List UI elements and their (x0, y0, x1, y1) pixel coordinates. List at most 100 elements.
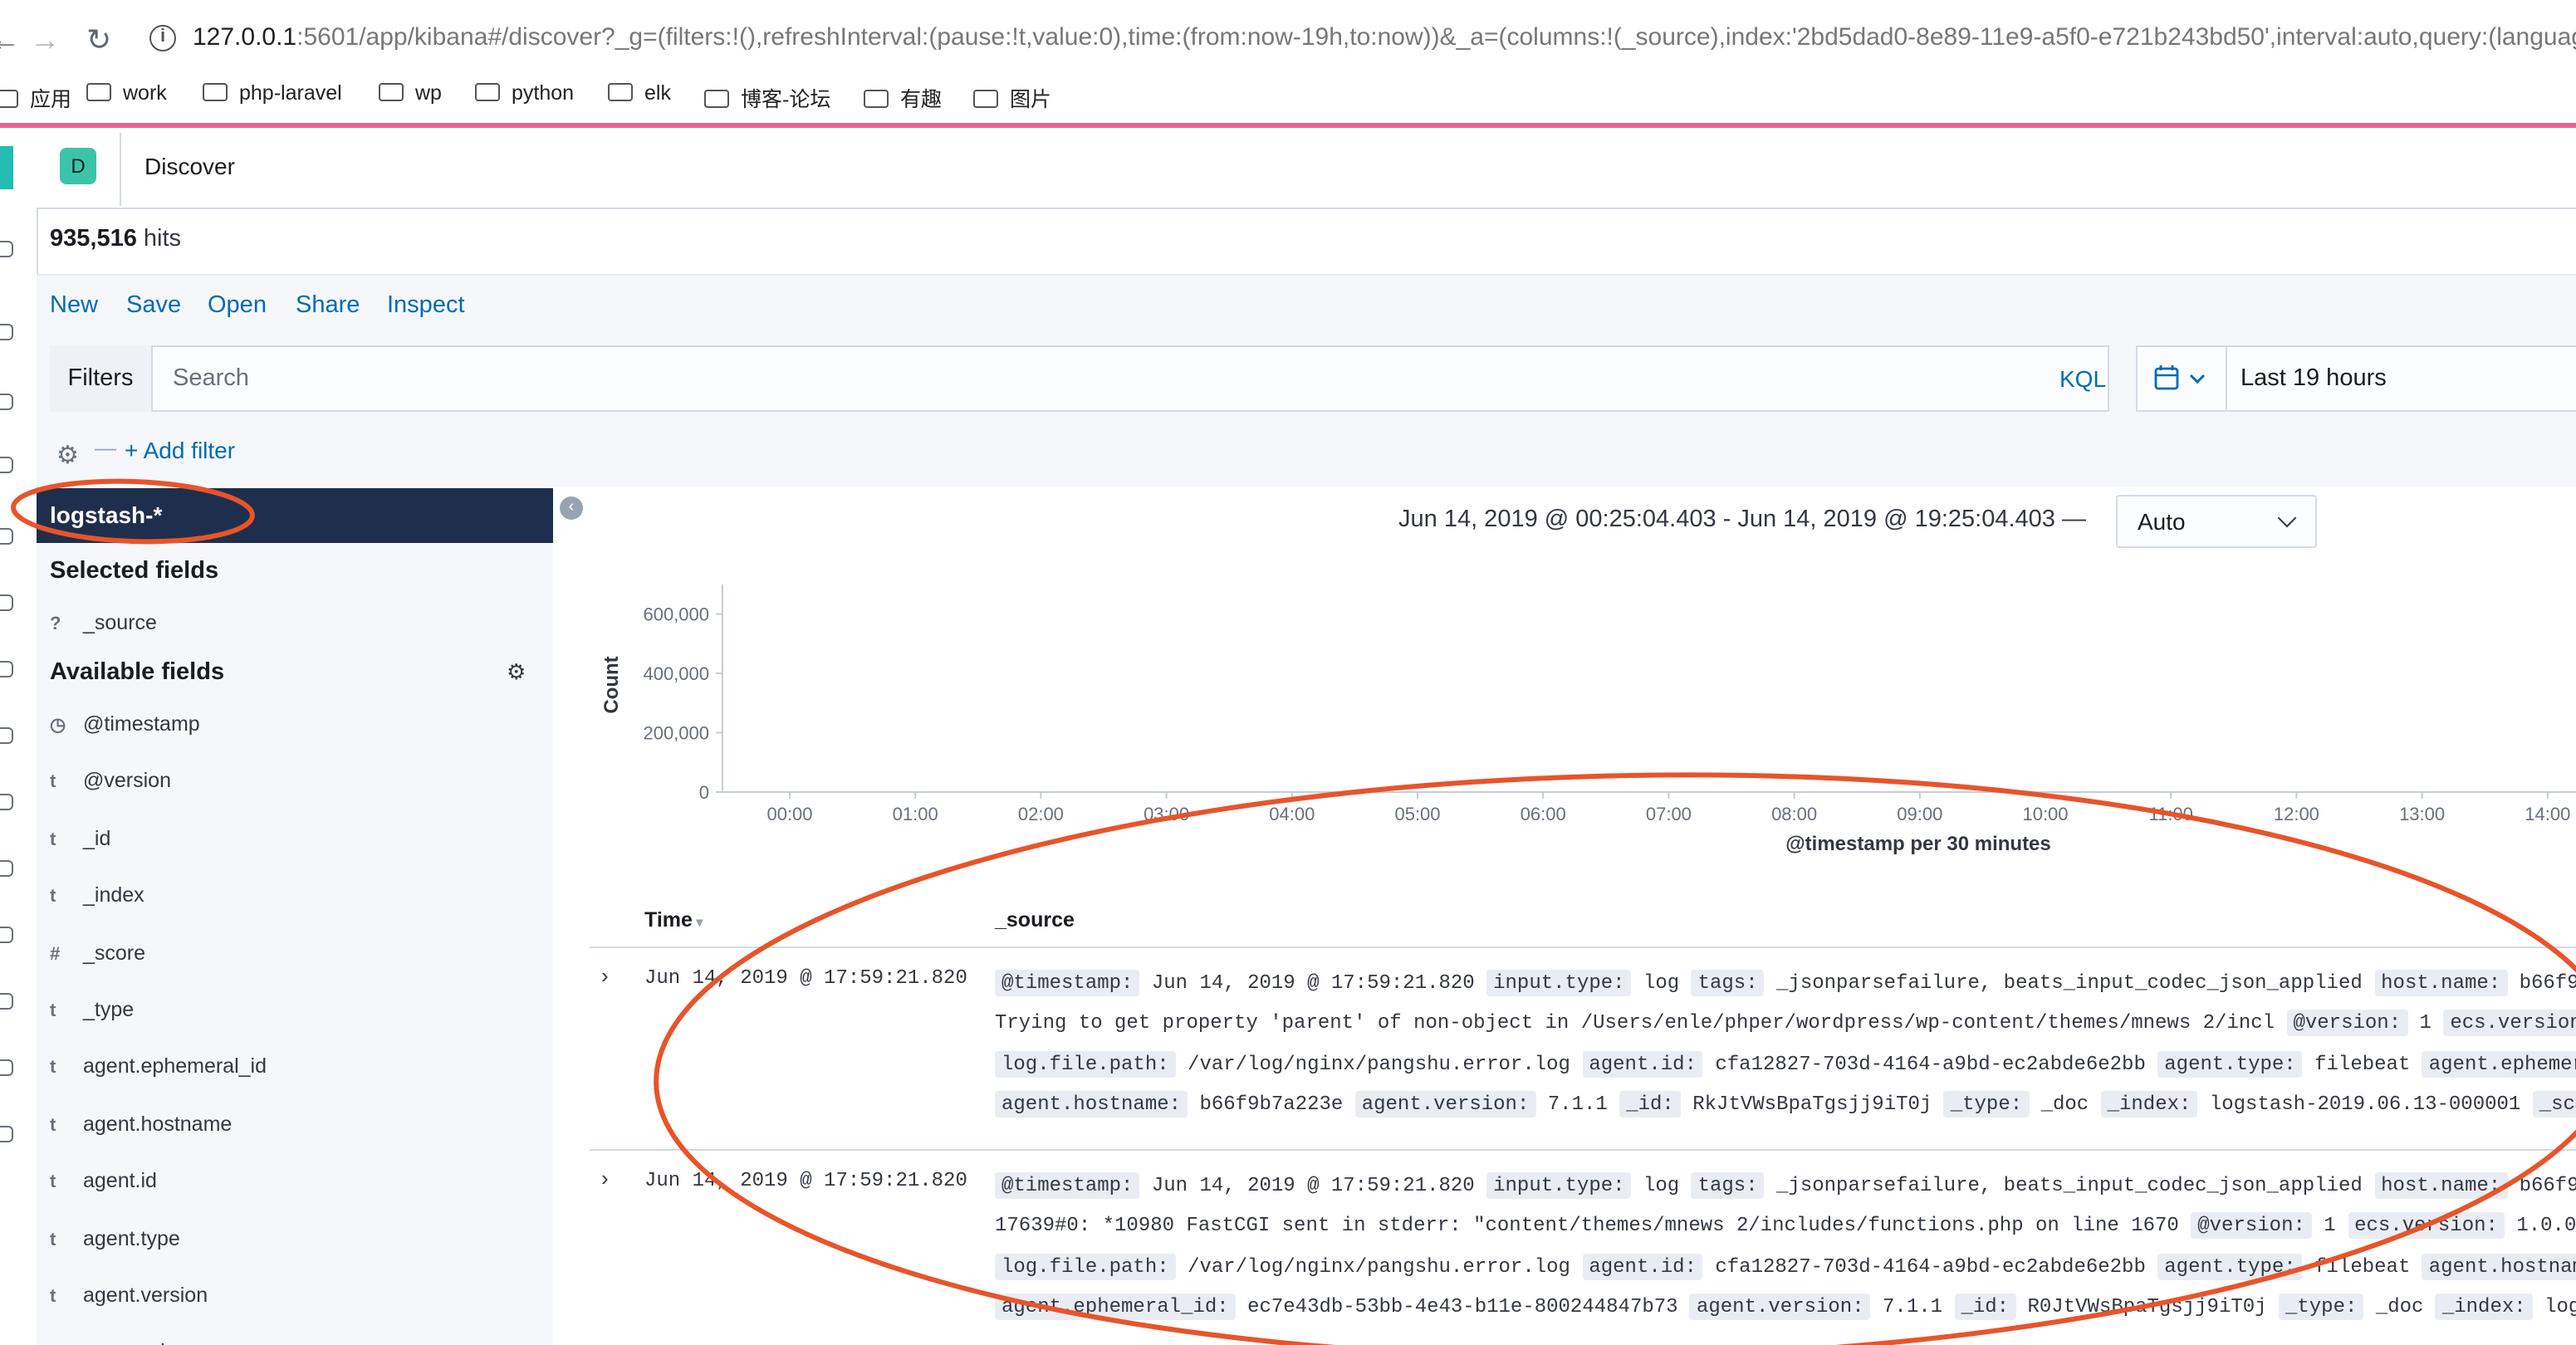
nav-app-icon[interactable] (0, 528, 13, 545)
quick-select-button[interactable] (2138, 347, 2227, 410)
nav-app-icon[interactable] (0, 661, 13, 677)
bookmark-item[interactable]: 图片 (973, 81, 1051, 113)
x-tick-label: 03:00 (1144, 804, 1189, 824)
field-item[interactable]: t agent.id (50, 1169, 157, 1192)
kql-toggle[interactable]: KQL (2059, 365, 2106, 392)
new-button[interactable]: New (50, 292, 98, 319)
expand-row-icon[interactable]: › (601, 1166, 609, 1191)
selected-fields-heading: Selected fields (50, 558, 219, 584)
field-item[interactable]: t agent.ephemeral_id (50, 1055, 267, 1078)
source-value: 1 (2324, 1214, 2336, 1238)
field-item[interactable]: t _type (50, 998, 134, 1021)
bookmark-item[interactable]: work (86, 81, 167, 105)
hits-number: 935,516 (50, 226, 137, 252)
x-tick-label: 13:00 (2399, 804, 2445, 824)
field-type-icon: t (50, 1001, 56, 1021)
x-axis-title: @timestamp per 30 minutes (1785, 833, 2051, 855)
save-button[interactable]: Save (126, 292, 181, 319)
bookmark-label: work (123, 81, 167, 105)
interval-value: Auto (2138, 508, 2186, 535)
gear-icon[interactable]: ⚙ (56, 440, 79, 470)
bookmark-item[interactable]: php-laravel (203, 81, 342, 105)
field-item[interactable]: ◷ @timestamp (50, 712, 200, 736)
field-type-icon: t (50, 1287, 56, 1307)
y-tick-label: 600,000 (643, 604, 709, 624)
source-key: agent.hostname: (995, 1091, 1188, 1118)
x-tick-label: 10:00 (2022, 804, 2068, 824)
field-item[interactable]: tecs.version (50, 1341, 188, 1345)
bookmark-item[interactable]: 博客-论坛 (704, 81, 830, 113)
index-pattern-label[interactable]: logstash-* (50, 501, 162, 528)
nav-app-icon[interactable] (0, 927, 13, 943)
nav-app-icon[interactable] (0, 457, 13, 473)
date-range-label[interactable]: Last 19 hours (2241, 365, 2387, 392)
source-value: log (1643, 1174, 1680, 1197)
bookmark-item[interactable]: 应用 (0, 81, 71, 113)
field-item[interactable]: # _score (50, 941, 145, 964)
nav-app-icon[interactable] (0, 993, 13, 1010)
collapse-sidebar-icon[interactable]: ‹ (560, 496, 583, 520)
source-key: @timestamp: (995, 970, 1140, 996)
inspect-button[interactable]: Inspect (387, 292, 465, 319)
row-time: Jun 14, 2019 @ 17:59:21.820 (644, 966, 967, 990)
add-filter-button[interactable]: + Add filter (125, 437, 235, 463)
bookmark-item[interactable]: elk (608, 81, 671, 105)
x-tick-label: 14:00 (2525, 804, 2570, 824)
back-icon[interactable]: ← (0, 23, 20, 56)
bookmark-item[interactable]: 有趣 (864, 81, 942, 113)
field-item[interactable]: t @version (50, 770, 171, 793)
y-tick-label: 400,000 (643, 663, 709, 684)
search-input[interactable] (159, 352, 2036, 405)
x-tick-label: 08:00 (1771, 804, 1817, 824)
source-key: _id: (1954, 1294, 2016, 1321)
field-name: _index (83, 883, 144, 907)
nav-app-icon[interactable] (0, 241, 13, 257)
folder-icon (608, 83, 633, 101)
share-button[interactable]: Share (296, 292, 360, 319)
field-type-icon: t (50, 829, 56, 850)
nav-app-icon[interactable] (0, 394, 13, 410)
source-value: RkJtVWsBpaTgsjj9iT0j (1692, 1093, 1932, 1117)
bookmark-item[interactable]: python (475, 81, 574, 105)
nav-app-icon[interactable] (0, 794, 13, 810)
source-key: tags: (1691, 1172, 1765, 1199)
kibana-logo-icon[interactable] (0, 146, 13, 189)
reload-icon[interactable]: ↻ (86, 23, 111, 56)
field-item[interactable]: t agent.type (50, 1226, 180, 1250)
field-type-icon: t (50, 887, 56, 907)
field-item[interactable]: t agent.version (50, 1284, 208, 1307)
source-value: cfa12827-703d-4164-a9bd-ec2abde6e2bb (1715, 1052, 2146, 1076)
url-field[interactable]: 127.0.0.1:5601/app/kibana#/discover?_g=(… (193, 23, 2576, 51)
field-item[interactable]: t agent.hostname (50, 1113, 232, 1136)
nav-app-icon[interactable] (0, 1059, 13, 1076)
source-value: 1.0.0 (2516, 1214, 2576, 1238)
filters-button[interactable]: Filters (50, 345, 153, 412)
row-time: Jun 14, 2019 @ 17:59:21.820 (644, 1169, 967, 1192)
nav-app-icon[interactable] (0, 324, 13, 340)
calendar-icon (2154, 365, 2206, 390)
bookmark-item[interactable]: wp (379, 81, 442, 105)
source-key: _score: (2532, 1091, 2576, 1118)
nav-app-icon[interactable] (0, 1126, 13, 1142)
nav-app-icon[interactable] (0, 860, 13, 877)
clock-icon: ◷ (50, 716, 66, 736)
info-icon[interactable]: i (149, 25, 176, 51)
nav-app-icon[interactable] (0, 727, 13, 744)
forward-icon[interactable]: → (30, 23, 60, 56)
field-name: @version (83, 769, 171, 793)
field-item[interactable]: ? _source (50, 611, 157, 634)
field-type-icon: t (50, 1058, 56, 1078)
time-column-header[interactable]: Time ▾ (644, 908, 703, 932)
source-value: _jsonparsefailure, beats_input_codec_jso… (1776, 971, 2363, 995)
field-settings-gear-icon[interactable]: ⚙ (507, 659, 526, 686)
sort-icon[interactable]: ▾ (693, 915, 703, 930)
field-item[interactable]: t _index (50, 883, 144, 907)
source-key: agent.type: (2157, 1253, 2303, 1280)
open-button[interactable]: Open (208, 292, 267, 319)
field-type-icon: ? (50, 614, 61, 634)
field-name: agent.type (83, 1226, 180, 1250)
expand-row-icon[interactable]: › (601, 963, 609, 988)
field-item[interactable]: t _id (50, 827, 110, 850)
space-avatar[interactable]: D (60, 148, 96, 184)
nav-app-icon[interactable] (0, 594, 13, 611)
